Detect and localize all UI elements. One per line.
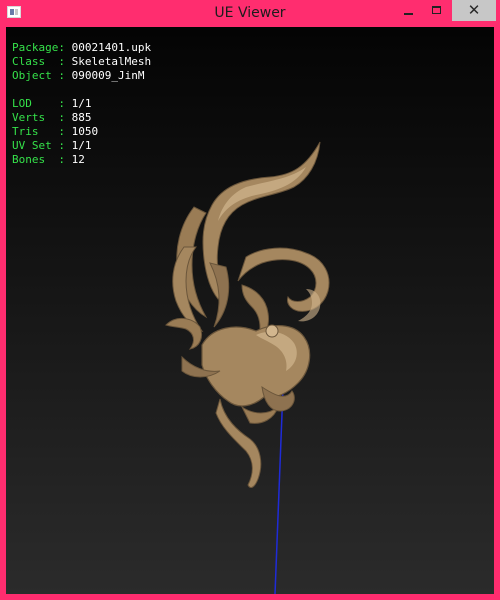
maximize-icon <box>432 6 441 14</box>
app-window: UE Viewer ✕ Package: 00021401.upk Class … <box>0 0 500 600</box>
3d-viewport[interactable]: Package: 00021401.upk Class : SkeletalMe… <box>6 27 494 594</box>
skeletal-mesh-render[interactable] <box>6 27 494 594</box>
ornament-mesh <box>165 141 330 488</box>
title-bar[interactable]: UE Viewer ✕ <box>0 0 500 27</box>
maximize-button[interactable] <box>423 0 451 21</box>
close-button[interactable]: ✕ <box>452 0 496 21</box>
minimize-button[interactable] <box>394 0 422 21</box>
minimize-icon <box>404 13 413 15</box>
close-icon: ✕ <box>467 1 481 19</box>
